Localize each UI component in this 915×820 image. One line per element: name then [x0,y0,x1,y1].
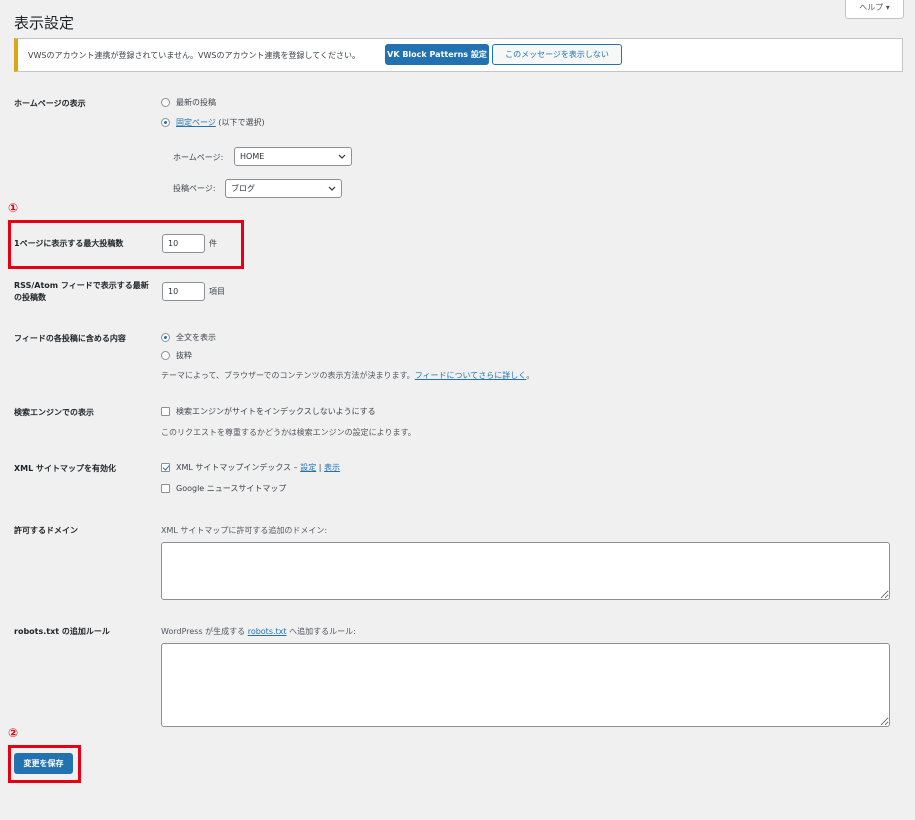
rss-posts-input[interactable]: 10 [162,282,205,301]
robots-txt-link[interactable]: robots.txt [248,627,287,636]
static-page-suffix: (以下で選択) [215,118,265,127]
posts-page-select[interactable]: ブログ [225,179,342,198]
posts-page-select-value: ブログ [231,184,255,193]
robots-rules-textarea[interactable] [161,643,890,727]
feed-content-label: フィードの各投稿に含める内容 [14,334,126,343]
chevron-down-icon [338,148,346,171]
discourage-search-checkbox-label: 検索エンジンがサイトをインデックスしないようにする [176,407,376,416]
radio-latest-posts[interactable] [161,98,170,107]
radio-static-page-label: 固定ページ (以下で選択) [176,117,265,128]
save-changes-button[interactable]: 変更を保存 [14,753,73,774]
posts-page-label: 投稿ページ: [173,184,216,193]
page-title: 表示設定 [14,14,75,32]
google-news-sitemap-checkbox[interactable] [161,484,170,493]
allowed-domains-textarea[interactable] [161,542,890,600]
vk-block-patterns-settings-button[interactable]: VK Block Patterns 設定 [385,44,489,65]
search-engine-description: このリクエストを尊重するかどうかは検索エンジンの設定によります。 [161,428,416,437]
rss-posts-label: RSS/Atom フィードで表示する最新の投稿数 [14,281,149,302]
admin-notice: VWSのアカウント連携が登録されていません。VWSのアカウント連携を登録してくだ… [14,38,903,72]
xml-sitemap-index-text: XML サイトマップインデックス – [176,463,298,472]
help-tab-button[interactable]: ヘルプ ▾ [845,0,904,19]
homepage-display-label: ホームページの表示 [14,99,86,108]
robots-desc-suffix: へ追加するルール: [286,627,356,636]
posts-per-page-unit: 件 [209,239,217,248]
radio-excerpt[interactable] [161,351,170,360]
feed-desc-suffix: 。 [526,371,535,380]
radio-full-text-label: 全文を表示 [176,333,216,342]
allowed-domains-description: XML サイトマップに許可する追加のドメイン: [161,526,328,535]
feed-desc-text: テーマによって、ブラウザーでのコンテンツの表示方法が決まります。 [161,371,415,380]
feed-content-description: テーマによって、ブラウザーでのコンテンツの表示方法が決まります。フィードについて… [161,370,534,381]
front-page-select-value: HOME [240,152,265,161]
static-page-link[interactable]: 固定ページ [176,118,216,127]
xml-sitemap-label: XML サイトマップを有効化 [14,464,117,473]
search-engine-label: 検索エンジンでの表示 [14,408,94,417]
annotation-marker-2: ② [8,726,19,740]
dismiss-notice-button[interactable]: このメッセージを表示しない [492,44,622,65]
xml-sitemap-index-checkbox[interactable] [161,463,170,472]
allowed-domains-label: 許可するドメイン [14,526,78,535]
xml-sitemap-settings-link[interactable]: 設定 [300,463,316,472]
discourage-search-checkbox[interactable] [161,407,170,416]
link-separator: | [318,463,322,472]
radio-full-text[interactable] [161,333,170,342]
xml-sitemap-view-link[interactable]: 表示 [324,463,340,472]
google-news-sitemap-label: Google ニュースサイトマップ [176,484,287,493]
robots-desc-prefix: WordPress が生成する [161,627,248,636]
rss-posts-unit: 項目 [209,287,225,296]
front-page-label: ホームページ: [173,153,224,162]
posts-per-page-input[interactable]: 10 [162,234,205,253]
chevron-down-icon [328,180,336,203]
radio-static-page[interactable] [161,118,170,127]
posts-per-page-label: 1ページに表示する最大投稿数 [14,239,124,248]
radio-excerpt-label: 抜粋 [176,351,192,360]
radio-latest-posts-label: 最新の投稿 [176,98,216,107]
notice-text: VWSのアカウント連携が登録されていません。VWSのアカウント連携を登録してくだ… [28,51,360,60]
robots-rules-description: WordPress が生成する robots.txt へ追加するルール: [161,626,356,637]
feed-learn-more-link[interactable]: フィードについてさらに詳しく [415,371,527,380]
front-page-select[interactable]: HOME [234,147,352,166]
robots-rules-label: robots.txt の追加ルール [14,627,110,636]
xml-sitemap-index-label: XML サイトマップインデックス – 設定 | 表示 [176,462,340,473]
annotation-marker-1: ① [8,201,19,215]
